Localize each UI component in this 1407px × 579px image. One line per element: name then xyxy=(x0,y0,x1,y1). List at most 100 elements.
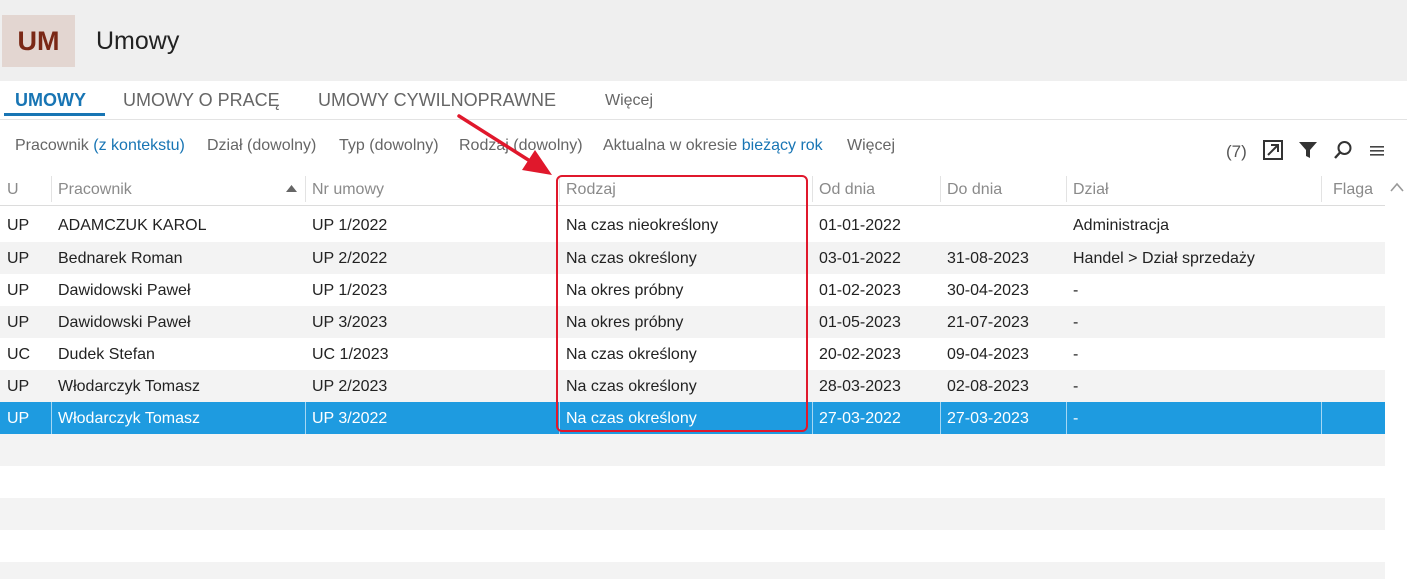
tab-umowy-cywilnoprawne[interactable]: UMOWY CYWILNOPRAWNE xyxy=(318,90,556,111)
cell-nr-umowy: UP 3/2022 xyxy=(312,410,388,427)
cell-nr-umowy: UC 1/2023 xyxy=(312,346,389,363)
filter-icon[interactable] xyxy=(1297,139,1319,161)
column-header-rodzaj[interactable]: Rodzaj xyxy=(559,172,812,205)
cell-od-dnia: 03-01-2022 xyxy=(819,250,901,267)
table-row-selected[interactable]: UP Włodarczyk Tomasz Na czas określony U… xyxy=(0,402,1385,434)
cell-rodzaj: Na okres próbny xyxy=(566,314,684,331)
cell-u: UP xyxy=(7,410,30,427)
cell-pracownik: Dudek Stefan xyxy=(58,346,155,363)
cell-od-dnia: 01-02-2023 xyxy=(819,282,901,299)
cell-flaga xyxy=(1321,306,1385,338)
filter-dzial[interactable]: Dział (dowolny) xyxy=(207,137,316,155)
column-header-nr-umowy[interactable]: Nr umowy xyxy=(305,172,559,205)
column-header-pracownik[interactable]: Pracownik xyxy=(51,172,305,205)
cell-pracownik: ADAMCZUK KAROL xyxy=(58,217,207,234)
menu-icon[interactable] xyxy=(1368,139,1386,161)
tab-bar: UMOWY UMOWY O PRACĘ UMOWY CYWILNOPRAWNE … xyxy=(0,81,1407,120)
cell-do-dnia: 21-07-2023 xyxy=(947,314,1029,331)
cell-pracownik: Dawidowski Paweł xyxy=(58,282,191,299)
cell-u: UC xyxy=(7,346,31,363)
column-header-pracownik-label: Pracownik xyxy=(58,181,132,198)
cell-u: UP xyxy=(7,314,30,331)
table-row[interactable]: UP Dawidowski Paweł UP 1/2023 Na okres p… xyxy=(0,274,1385,306)
cell-nr-umowy: UP 2/2022 xyxy=(312,250,388,267)
filter-pracownik-label: Pracownik xyxy=(15,137,89,154)
cell-do-dnia: 09-04-2023 xyxy=(947,346,1029,363)
cell-dzial: Administracja xyxy=(1073,217,1170,234)
cell-do-dnia: 30-04-2023 xyxy=(947,282,1029,299)
cell-pracownik: Włodarczyk Tomasz xyxy=(58,410,200,427)
cell-nr-umowy: UP 2/2023 xyxy=(312,378,388,395)
table-row[interactable]: UP ADAMCZUK KAROL UP 1/2022 Na czas nieo… xyxy=(0,209,1385,241)
cell-flaga xyxy=(1321,370,1385,402)
cell-dzial: - xyxy=(1073,346,1079,363)
cell-dzial: - xyxy=(1073,314,1079,331)
tab-wiecej[interactable]: Więcej xyxy=(605,92,653,110)
cell-dzial: - xyxy=(1073,410,1079,427)
empty-row xyxy=(0,434,1385,466)
cell-pracownik: Dawidowski Paweł xyxy=(58,314,191,331)
cell-do-dnia: 31-08-2023 xyxy=(947,250,1029,267)
cell-flaga xyxy=(1321,242,1385,274)
filter-pracownik-value: (z kontekstu) xyxy=(93,137,185,154)
cell-flaga xyxy=(1321,209,1385,241)
filter-bar: Pracownik (z kontekstu) Dział (dowolny) … xyxy=(0,120,1407,172)
cell-od-dnia: 20-02-2023 xyxy=(819,346,901,363)
cell-od-dnia: 28-03-2023 xyxy=(819,378,901,395)
filter-rodzaj[interactable]: Rodzaj (dowolny) xyxy=(459,137,583,155)
cell-flaga xyxy=(1321,274,1385,306)
cell-flaga xyxy=(1321,338,1385,370)
column-header-od-dnia[interactable]: Od dnia xyxy=(812,172,940,205)
header-divider xyxy=(0,205,1385,206)
cell-pracownik: Włodarczyk Tomasz xyxy=(58,378,200,395)
cell-rodzaj: Na czas nieokreślony xyxy=(566,217,719,234)
column-header-u[interactable]: U xyxy=(0,172,51,205)
cell-rodzaj: Na czas określony xyxy=(566,250,697,267)
cell-od-dnia: 01-05-2023 xyxy=(819,314,901,331)
app-badge: UM xyxy=(2,15,75,67)
table-row[interactable]: UC Dudek Stefan UC 1/2023 Na czas określ… xyxy=(0,338,1385,370)
column-separator xyxy=(1321,176,1322,202)
cell-od-dnia: 01-01-2022 xyxy=(819,217,901,234)
cell-do-dnia: 27-03-2023 xyxy=(947,410,1029,427)
cell-do-dnia xyxy=(940,209,1066,241)
cell-dzial: Handel > Dział sprzedaży xyxy=(1073,250,1255,267)
cell-rodzaj: Na okres próbny xyxy=(566,282,684,299)
cell-flaga xyxy=(1321,402,1385,434)
filter-pracownik[interactable]: Pracownik (z kontekstu) xyxy=(15,137,185,155)
table-row[interactable]: UP Włodarczyk Tomasz UP 2/2023 Na czas o… xyxy=(0,370,1385,402)
column-header-flaga[interactable]: Flaga xyxy=(1326,172,1385,205)
tab-umowy-o-prace[interactable]: UMOWY O PRACĘ xyxy=(123,90,280,111)
app-header: UM Umowy xyxy=(0,0,1407,81)
cell-rodzaj: Na czas określony xyxy=(566,346,697,363)
cell-rodzaj: Na czas określony xyxy=(566,378,697,395)
cell-nr-umowy: UP 3/2023 xyxy=(312,314,388,331)
filter-typ[interactable]: Typ (dowolny) xyxy=(339,137,439,155)
cell-do-dnia: 02-08-2023 xyxy=(947,378,1029,395)
cell-u: UP xyxy=(7,217,30,234)
scroll-up-icon[interactable] xyxy=(1389,181,1405,193)
filter-wiecej[interactable]: Więcej xyxy=(847,137,895,155)
record-count: (7) xyxy=(1226,142,1247,161)
filter-aktualna-label: Aktualna w okresie xyxy=(603,137,738,154)
cell-dzial: - xyxy=(1073,378,1079,395)
empty-row xyxy=(0,562,1385,579)
column-separator xyxy=(559,402,560,434)
empty-row xyxy=(0,498,1385,530)
export-icon[interactable] xyxy=(1262,139,1284,161)
search-icon[interactable] xyxy=(1332,139,1354,161)
filter-aktualna-value: bieżący rok xyxy=(741,137,823,154)
column-header-dzial[interactable]: Dział xyxy=(1066,172,1321,205)
filter-aktualna[interactable]: Aktualna w okresie bieżący rok xyxy=(603,137,823,155)
column-header-do-dnia[interactable]: Do dnia xyxy=(940,172,1066,205)
active-tab-indicator xyxy=(4,113,105,116)
tab-umowy[interactable]: UMOWY xyxy=(15,90,86,111)
table-row[interactable]: UP Dawidowski Paweł UP 3/2023 Na okres p… xyxy=(0,306,1385,338)
cell-u: UP xyxy=(7,250,30,267)
page-title: Umowy xyxy=(96,27,180,55)
sort-ascending-icon xyxy=(286,185,297,192)
cell-nr-umowy: UP 1/2023 xyxy=(312,282,388,299)
cell-rodzaj: Na czas określony xyxy=(566,410,697,427)
table-row[interactable]: UP Bednarek Roman UP 2/2022 Na czas okre… xyxy=(0,242,1385,274)
cell-od-dnia: 27-03-2022 xyxy=(819,410,901,427)
